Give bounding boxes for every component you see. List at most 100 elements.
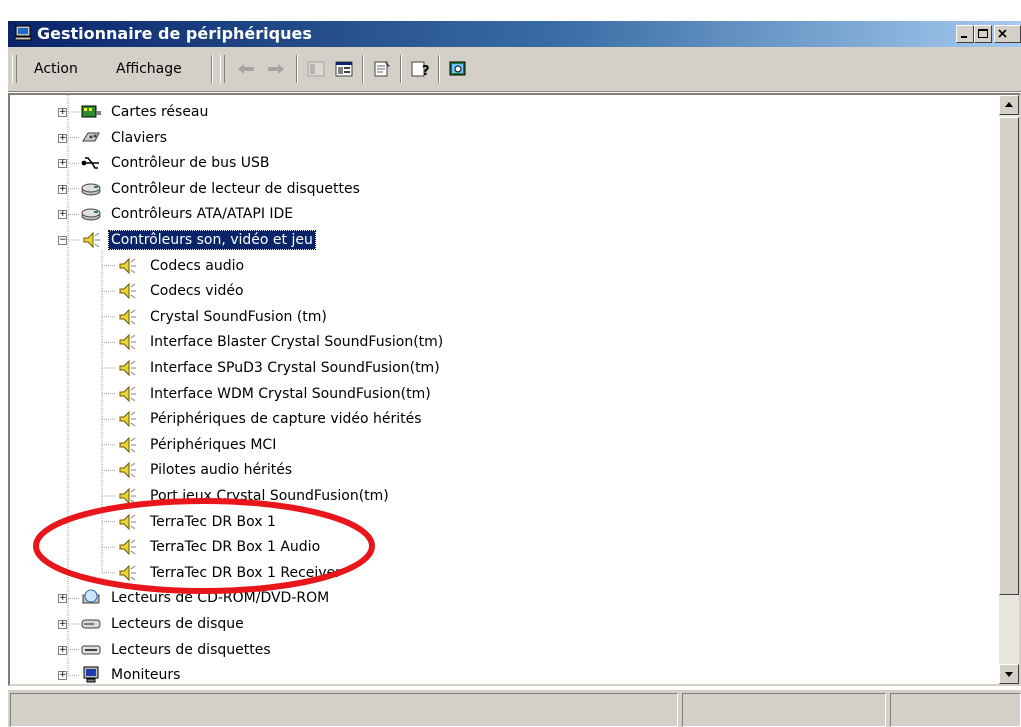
back-button[interactable] xyxy=(234,58,258,80)
svg-text:?: ? xyxy=(422,64,430,78)
toolbar-separator xyxy=(438,55,440,83)
title-bar[interactable]: Gestionnaire de périphériques xyxy=(8,21,1021,47)
tree-item-label: Interface SPuD3 Crystal SoundFusion(tm) xyxy=(150,360,440,376)
tree-category[interactable]: + Claviers xyxy=(10,126,970,150)
tree-category[interactable]: + Lecteurs de CD-ROM/DVD-ROM xyxy=(10,586,970,610)
computer-icon xyxy=(14,25,32,41)
tree-device[interactable]: Périphériques de capture vidéo hérités xyxy=(10,407,970,431)
status-bar xyxy=(8,690,1021,727)
cdrom-icon xyxy=(80,588,102,608)
window-title: Gestionnaire de périphériques xyxy=(37,24,312,43)
tree-item-label: Pilotes audio hérités xyxy=(150,462,293,479)
device-tree-pane: + Cartes réseau + Claviers + Contrôleur de bu… xyxy=(8,93,1021,686)
tree-device[interactable]: TerraTec DR Box 1 Audio xyxy=(10,535,970,559)
tree-device[interactable]: Périphériques MCI xyxy=(10,433,970,457)
tree-item-label: Lecteurs de disquettes xyxy=(111,641,271,658)
tree-item-label: Port jeux Crystal SoundFusion(tm) xyxy=(150,488,389,504)
tree-item-label: Contrôleurs son, vidéo et jeu xyxy=(108,230,316,250)
toolbar-grip[interactable] xyxy=(220,55,225,83)
tree-device[interactable]: Interface Blaster Crystal SoundFusion(tm… xyxy=(10,330,970,354)
expand-icon[interactable]: + xyxy=(58,159,67,169)
help-button[interactable]: ? xyxy=(408,58,432,80)
tree-item-label: Contrôleurs ATA/ATAPI IDE xyxy=(111,206,294,223)
toolbar-separator xyxy=(211,55,213,83)
status-panel-2 xyxy=(682,693,886,727)
tree-category[interactable]: + Lecteurs de disque xyxy=(10,612,970,636)
tree-item-label: Cartes réseau xyxy=(111,104,209,120)
vertical-scrollbar[interactable] xyxy=(999,95,1019,684)
tree-device[interactable]: Port jeux Crystal SoundFusion(tm) xyxy=(10,484,970,508)
tree-device[interactable]: Interface SPuD3 Crystal SoundFusion(tm) xyxy=(10,356,970,380)
expand-icon[interactable]: + xyxy=(58,210,67,220)
scroll-up-icon xyxy=(1005,102,1013,107)
detail-view-button[interactable] xyxy=(332,58,356,80)
tree-category[interactable]: + Contrôleurs ATA/ATAPI IDE xyxy=(10,202,970,226)
maximize-button[interactable] xyxy=(974,25,992,43)
toolbar-separator xyxy=(296,55,298,83)
tree-device[interactable]: Interface WDM Crystal SoundFusion(tm) xyxy=(10,382,970,406)
speaker-icon xyxy=(116,460,138,480)
expand-icon[interactable]: + xyxy=(58,620,67,629)
tree-device[interactable]: Pilotes audio hérités xyxy=(10,458,970,482)
menu-view[interactable]: Affichage xyxy=(116,61,182,77)
speaker-icon xyxy=(116,486,138,506)
speaker-icon xyxy=(116,281,138,301)
expand-icon[interactable]: + xyxy=(58,645,67,655)
tree-category[interactable]: + Lecteurs de disquettes xyxy=(10,638,970,662)
toolbar-grip[interactable] xyxy=(12,55,17,83)
menu-view-label: Affichage xyxy=(116,61,182,77)
tree-category[interactable]: + Contrôleur de lecteur de disquettes xyxy=(10,177,970,201)
tree-item-label: TerraTec DR Box 1 xyxy=(150,513,276,530)
tree-item-label: Moniteurs xyxy=(111,667,181,684)
scroll-down-button[interactable] xyxy=(999,664,1019,684)
tree-device[interactable]: Codecs vidéo xyxy=(10,279,970,303)
speaker-icon xyxy=(116,537,138,557)
scroll-thumb[interactable] xyxy=(999,117,1019,595)
tree-item-label: Interface Blaster Crystal SoundFusion(tm… xyxy=(150,334,444,351)
speaker-icon xyxy=(116,409,138,429)
menu-action[interactable]: Action xyxy=(34,61,78,77)
expand-icon[interactable]: + xyxy=(58,594,67,604)
speaker-icon xyxy=(116,332,138,352)
tree-category-expanded[interactable]: − Contrôleurs son, vidéo et jeu xyxy=(10,228,970,252)
tree-item-label: Contrôleur de bus USB xyxy=(111,155,270,172)
tree-category[interactable]: + Moniteurs xyxy=(10,663,970,684)
usb-icon xyxy=(80,153,102,173)
tree-device[interactable]: Codecs audio xyxy=(10,254,970,278)
expand-icon[interactable]: + xyxy=(58,108,67,117)
tree-item-label: TerraTec DR Box 1 Audio xyxy=(150,539,321,556)
tree-item-label: Codecs audio xyxy=(150,257,245,274)
tree-category[interactable]: + Cartes réseau xyxy=(10,100,970,124)
speaker-icon xyxy=(80,230,102,250)
scroll-down-icon xyxy=(1005,672,1013,677)
tree-device[interactable]: Crystal SoundFusion (tm) xyxy=(10,305,970,329)
tree-item-label: Claviers xyxy=(111,129,168,146)
floppy-controller-icon xyxy=(80,179,102,199)
tree-device[interactable]: TerraTec DR Box 1 xyxy=(10,510,970,534)
collapse-icon[interactable]: − xyxy=(58,236,67,245)
expand-icon[interactable]: + xyxy=(58,133,67,143)
minimize-button[interactable] xyxy=(956,25,974,43)
keyboard-icon xyxy=(80,128,102,148)
close-icon xyxy=(998,29,1007,38)
scan-hardware-button[interactable] xyxy=(446,58,470,80)
properties-button[interactable] xyxy=(370,58,394,80)
close-button[interactable] xyxy=(994,25,1021,43)
tree-device[interactable]: TerraTec DR Box 1 Receiver xyxy=(10,561,970,585)
tree-item-label: Périphériques de capture vidéo hérités xyxy=(150,411,422,428)
tree-category[interactable]: + Contrôleur de bus USB xyxy=(10,151,970,175)
forward-button[interactable] xyxy=(264,58,288,80)
device-tree[interactable]: + Cartes réseau + Claviers + Contrôleur de bu… xyxy=(10,95,999,684)
scroll-up-button[interactable] xyxy=(999,95,1019,115)
tree-item-label: TerraTec DR Box 1 Receiver xyxy=(150,564,341,581)
tree-view-button[interactable] xyxy=(304,58,328,80)
speaker-icon xyxy=(116,256,138,276)
status-panel-main xyxy=(10,693,678,727)
floppy-drive-icon xyxy=(80,640,102,660)
expand-icon[interactable]: + xyxy=(58,184,67,194)
status-panel-3 xyxy=(890,693,1021,727)
speaker-icon xyxy=(116,435,138,455)
menu-toolbar: Action Affichage ? xyxy=(8,47,1021,92)
speaker-icon xyxy=(116,384,138,404)
expand-icon[interactable]: + xyxy=(58,671,67,681)
